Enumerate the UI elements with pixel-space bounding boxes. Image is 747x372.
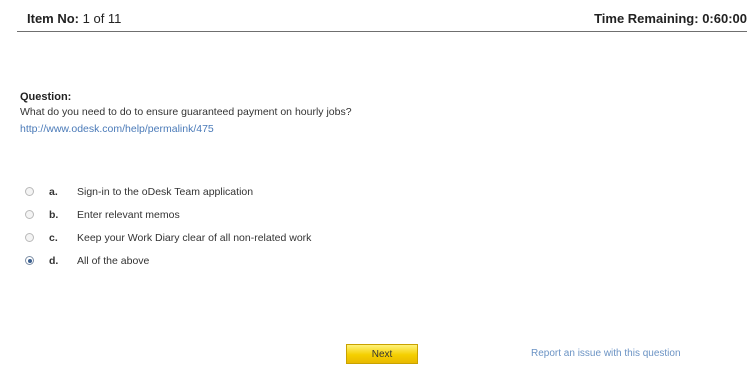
time-remaining: Time Remaining: 0:60:00 <box>594 11 747 26</box>
answer-option-a[interactable]: a. Sign-in to the oDesk Team application <box>25 180 625 203</box>
answer-option-d[interactable]: d. All of the above <box>25 249 625 272</box>
option-letter: a. <box>49 185 58 198</box>
option-letter: b. <box>49 208 59 221</box>
radio-button-a[interactable] <box>25 187 34 196</box>
item-number-label: Item No: <box>27 11 79 26</box>
option-text: Enter relevant memos <box>77 208 180 221</box>
radio-button-c[interactable] <box>25 233 34 242</box>
question-reference-link[interactable]: http://www.odesk.com/help/permalink/475 <box>20 122 214 136</box>
report-issue-link[interactable]: Report an issue with this question <box>531 348 681 359</box>
answer-option-c[interactable]: c. Keep your Work Diary clear of all non… <box>25 226 625 249</box>
option-letter: d. <box>49 254 59 267</box>
question-label: Question: <box>20 91 72 103</box>
question-block: Question: What do you need to do to ensu… <box>20 91 720 137</box>
radio-button-b[interactable] <box>25 210 34 219</box>
answer-option-b[interactable]: b. Enter relevant memos <box>25 203 625 226</box>
next-button[interactable]: Next <box>346 344 418 364</box>
option-text: Keep your Work Diary clear of all non-re… <box>77 231 312 244</box>
option-text: Sign-in to the oDesk Team application <box>77 185 254 198</box>
item-number: Item No: 1 of 11 <box>27 11 121 26</box>
item-number-value: 1 of 11 <box>82 11 122 26</box>
answer-options: a. Sign-in to the oDesk Team application… <box>25 180 625 272</box>
question-text: What do you need to do to ensure guarant… <box>20 106 352 118</box>
quiz-header: Item No: 1 of 11 Time Remaining: 0:60:00 <box>17 0 747 32</box>
option-letter: c. <box>49 231 58 244</box>
option-text: All of the above <box>77 254 150 267</box>
radio-button-d[interactable] <box>25 256 34 265</box>
